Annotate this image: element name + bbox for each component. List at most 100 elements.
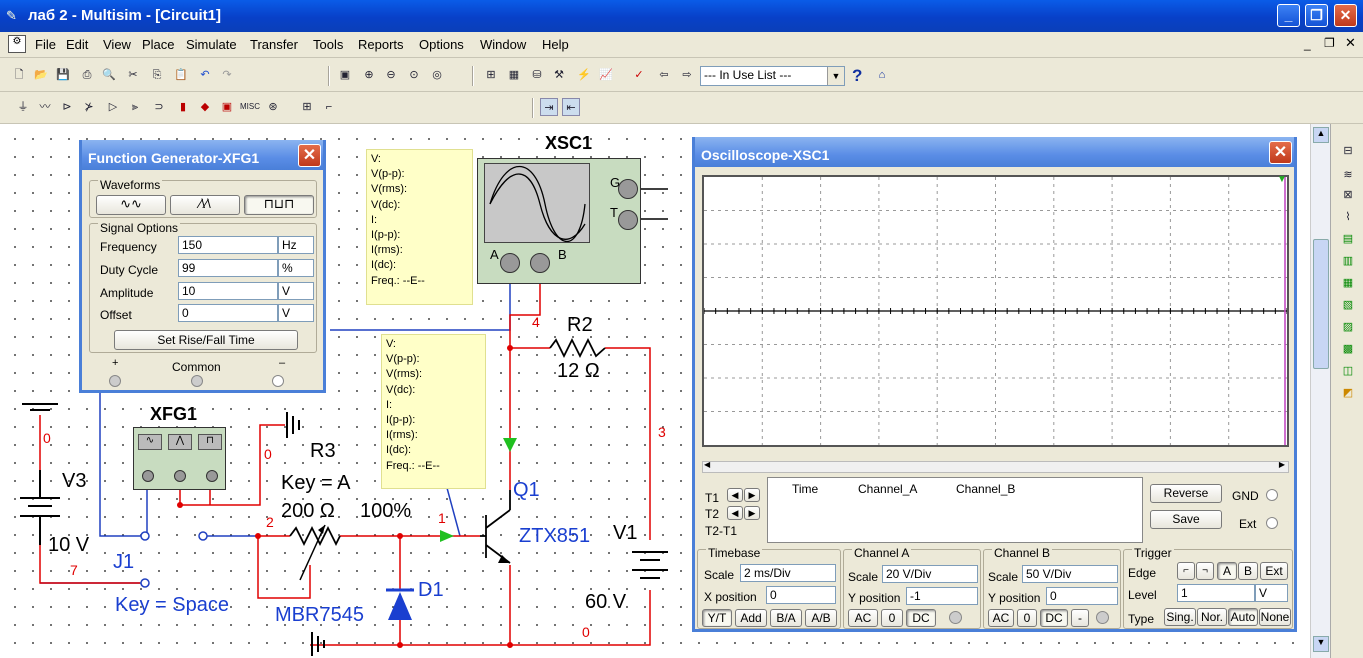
menu-options[interactable]: Options bbox=[419, 37, 464, 52]
channel-a-scale-input[interactable]: 20 V/Div bbox=[882, 565, 978, 583]
function-generator-icon[interactable]: ≋ bbox=[1339, 166, 1357, 184]
t1-left-arrow-icon[interactable]: ◀ bbox=[727, 488, 743, 502]
rf-icon[interactable]: ⊛ bbox=[264, 98, 282, 116]
bus-icon[interactable]: ⌐ bbox=[320, 98, 338, 116]
component-wizard-icon[interactable]: ⚒ bbox=[550, 66, 568, 84]
logic-converter-icon[interactable]: ▩ bbox=[1339, 340, 1357, 358]
terminal-t[interactable] bbox=[618, 210, 638, 230]
zoom-in-icon[interactable]: ⊕ bbox=[360, 66, 378, 84]
amplitude-unit-select[interactable]: V bbox=[278, 282, 314, 300]
paste-icon[interactable]: 📋 bbox=[172, 66, 190, 84]
channel-b-scale-input[interactable]: 50 V/Div bbox=[1022, 565, 1118, 583]
menu-place[interactable]: Place bbox=[142, 37, 175, 52]
cut-icon[interactable]: ✂ bbox=[124, 66, 142, 84]
print-icon[interactable]: ⎙ bbox=[78, 66, 96, 84]
scroll-left-icon[interactable]: ◀ bbox=[704, 460, 710, 469]
t2-right-arrow-icon[interactable]: ▶ bbox=[744, 506, 760, 520]
channel-b-ac-button[interactable]: AC bbox=[988, 609, 1014, 627]
square-wave-button[interactable]: ⊓⊔⊓ bbox=[244, 195, 314, 215]
probe-box-1[interactable]: V: V(p-p): V(rms): V(dc): I: I(p-p): I(r… bbox=[366, 149, 473, 305]
plus-terminal[interactable] bbox=[109, 375, 121, 387]
channel-a-zero-button[interactable]: 0 bbox=[881, 609, 903, 627]
oscilloscope-icon[interactable]: ⌇ bbox=[1339, 208, 1357, 226]
channel-a-ypos-input[interactable]: -1 bbox=[906, 587, 978, 605]
menu-file[interactable]: File bbox=[35, 37, 56, 52]
frequency-unit-select[interactable]: Hz bbox=[278, 236, 314, 254]
mixed-icon[interactable]: ◆ bbox=[196, 98, 214, 116]
common-terminal[interactable] bbox=[191, 375, 203, 387]
logic-analyzer-icon[interactable]: ▨ bbox=[1339, 318, 1357, 336]
trigger-b-button[interactable]: B bbox=[1238, 562, 1258, 580]
wattmeter-icon[interactable]: ⊠ bbox=[1339, 186, 1357, 204]
basic-icon[interactable]: 〰 bbox=[36, 98, 54, 116]
yt-button[interactable]: Y/T bbox=[702, 609, 732, 627]
design-toolbox-icon[interactable]: ⊞ bbox=[482, 66, 500, 84]
terminal-g[interactable] bbox=[618, 179, 638, 199]
xfg-common-terminal[interactable] bbox=[174, 470, 186, 482]
hierarchical-icon[interactable]: ⊞ bbox=[298, 98, 316, 116]
iv-analyzer-icon[interactable]: ◫ bbox=[1339, 362, 1357, 380]
type-auto-button[interactable]: Auto bbox=[1228, 608, 1258, 626]
analog-icon[interactable]: ▷ bbox=[104, 98, 122, 116]
undo-icon[interactable]: ↶ bbox=[196, 66, 214, 84]
duty-cycle-unit[interactable]: % bbox=[278, 259, 314, 277]
scroll-right-icon[interactable]: ▶ bbox=[1279, 460, 1285, 469]
xfg1-component[interactable]: ∿ ⋀ ⊓ bbox=[133, 427, 226, 490]
web-icon[interactable]: ⌂ bbox=[873, 66, 891, 84]
source-icon[interactable]: ⏚ bbox=[14, 98, 32, 116]
misc-icon[interactable]: MISC bbox=[240, 98, 260, 116]
transistor-icon[interactable]: ⊁ bbox=[80, 98, 98, 116]
scope-horizontal-scrollbar[interactable]: ◀ ▶ bbox=[702, 460, 1289, 473]
mdi-minimize-icon[interactable]: _ bbox=[1304, 37, 1311, 51]
ab-button[interactable]: A/B bbox=[805, 609, 837, 627]
zoom-out-icon[interactable]: ⊖ bbox=[382, 66, 400, 84]
timebase-scale-input[interactable]: 2 ms/Div bbox=[740, 564, 836, 582]
postprocessor-icon[interactable]: ⚡ bbox=[575, 66, 593, 84]
t1-right-arrow-icon[interactable]: ▶ bbox=[744, 488, 760, 502]
offset-input[interactable]: 0 bbox=[178, 304, 278, 322]
multimeter-icon[interactable]: ⊟ bbox=[1339, 142, 1357, 160]
level-input[interactable]: 1 bbox=[1177, 584, 1255, 602]
set-rise-fall-time-button[interactable]: Set Rise/Fall Time bbox=[114, 330, 298, 350]
misc-digital-icon[interactable]: ▮ bbox=[174, 98, 192, 116]
help-icon[interactable]: ? bbox=[852, 66, 862, 86]
reverse-button[interactable]: Reverse bbox=[1150, 484, 1222, 503]
x-position-input[interactable]: 0 bbox=[766, 586, 836, 604]
amplitude-input[interactable]: 10 bbox=[178, 282, 278, 300]
diode-icon[interactable]: ⊳ bbox=[58, 98, 76, 116]
frequency-input[interactable]: 150 bbox=[178, 236, 278, 254]
channel-a-dc-button[interactable]: DC bbox=[906, 609, 936, 627]
spectrum-analyzer-icon[interactable]: ◩ bbox=[1339, 384, 1357, 402]
probe-box-2[interactable]: V: V(p-p): V(rms): V(dc): I: I(p-p): I(r… bbox=[381, 334, 486, 489]
print-preview-icon[interactable]: 🔍 bbox=[100, 66, 118, 84]
close-icon[interactable]: ✕ bbox=[298, 144, 321, 167]
duty-cycle-input[interactable]: 99 bbox=[178, 259, 278, 277]
function-generator-titlebar[interactable]: Function Generator-XFG1 bbox=[82, 140, 323, 170]
trigger-a-button[interactable]: A bbox=[1217, 562, 1237, 580]
canvas-vertical-scrollbar[interactable]: ▲ ▼ bbox=[1310, 124, 1330, 658]
add-button[interactable]: Add bbox=[735, 609, 767, 627]
close-icon[interactable]: ✕ bbox=[1334, 4, 1357, 27]
in-use-list-select[interactable]: --- In Use List --- ▼ bbox=[700, 66, 845, 86]
channel-a-radio[interactable] bbox=[949, 611, 962, 624]
level-unit-select[interactable]: V bbox=[1255, 584, 1288, 602]
chevron-down-icon[interactable]: ▼ bbox=[827, 67, 844, 85]
back-annotate-icon[interactable]: ⇦ bbox=[655, 66, 673, 84]
open-icon[interactable]: 📂 bbox=[32, 66, 50, 84]
terminal-a[interactable] bbox=[500, 253, 520, 273]
save-button[interactable]: Save bbox=[1150, 510, 1222, 529]
xsc1-component[interactable]: G T A B bbox=[477, 158, 641, 284]
channel-b-dc-button[interactable]: DC bbox=[1040, 609, 1068, 627]
maximize-icon[interactable]: ❐ bbox=[1305, 4, 1328, 27]
type-single-button[interactable]: Sing. bbox=[1164, 608, 1196, 626]
terminal-b[interactable] bbox=[530, 253, 550, 273]
close-icon[interactable]: ✕ bbox=[1269, 141, 1292, 164]
xfg-plus-terminal[interactable] bbox=[142, 470, 154, 482]
channel-b-zero-button[interactable]: 0 bbox=[1017, 609, 1037, 627]
channel-b-minus-button[interactable]: - bbox=[1071, 609, 1089, 627]
xfg-minus-terminal[interactable] bbox=[206, 470, 218, 482]
grapher-icon[interactable]: 📈 bbox=[597, 66, 615, 84]
channel-b-radio[interactable] bbox=[1096, 611, 1109, 624]
minus-terminal[interactable] bbox=[272, 375, 284, 387]
redo-icon[interactable]: ↷ bbox=[218, 66, 236, 84]
